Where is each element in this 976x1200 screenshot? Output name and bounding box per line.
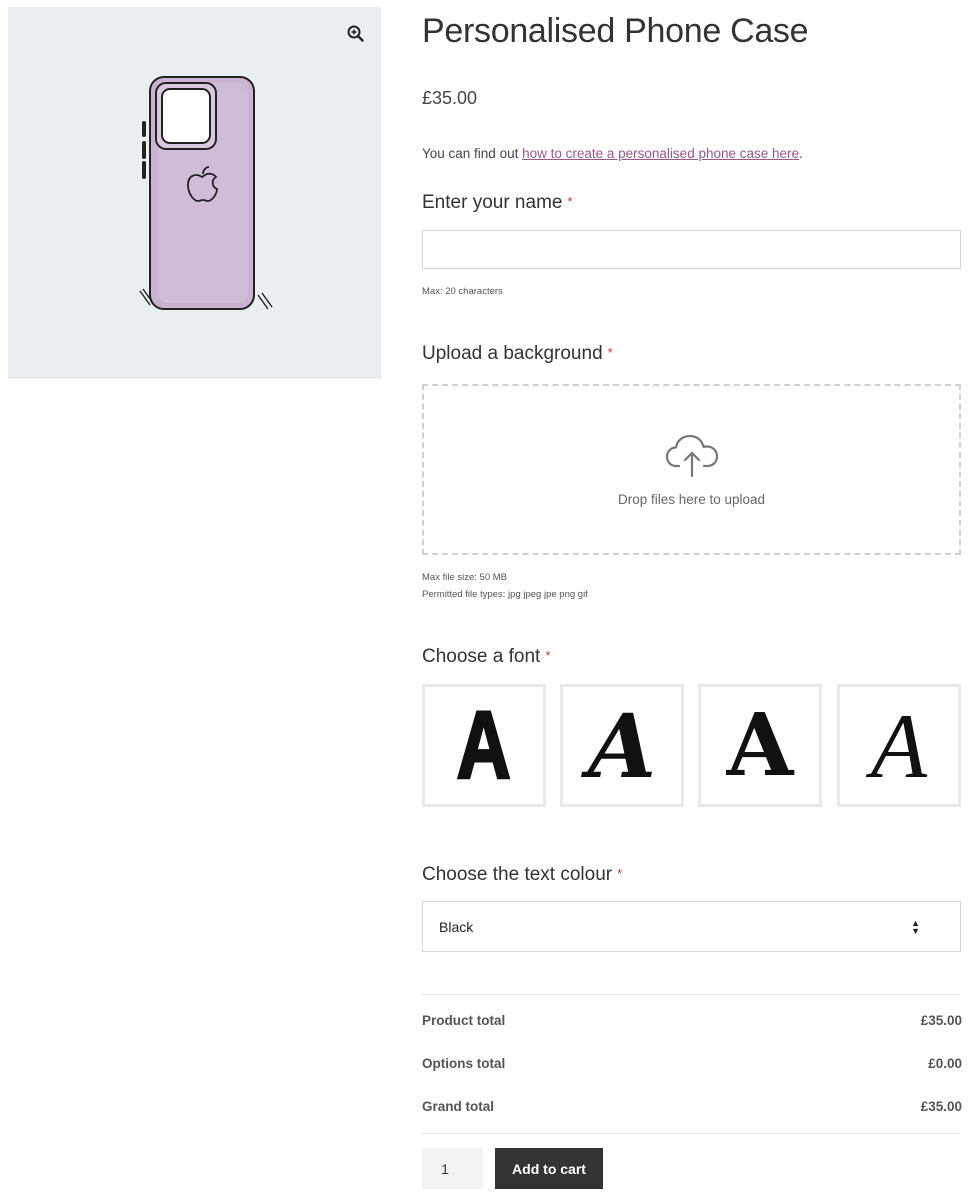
required-mark: * [617,866,623,881]
product-description: You can find out how to create a persona… [422,146,803,161]
product-total-value: £35.00 [920,1013,962,1028]
font-option-retro-script[interactable]: A [560,684,684,807]
font-option-condensed[interactable]: A [422,684,546,807]
description-suffix: . [799,146,803,161]
upload-label-text: Upload a background [422,343,603,364]
product-title: Personalised Phone Case [422,12,809,50]
options-total-label: Options total [422,1056,506,1071]
font-sample: A [587,693,657,798]
selected-colour: Black [439,919,474,935]
colour-label-text: Choose the text colour [422,864,613,885]
description-prefix: You can find out [422,146,523,161]
text-colour-select[interactable]: Black ▲ ▼ [422,901,961,952]
zoom-in-icon[interactable] [345,23,367,45]
name-field-label: Enter your name * [422,192,573,214]
file-dropzone[interactable]: Drop files here to upload [422,384,961,555]
grand-total-value: £35.00 [920,1099,962,1114]
required-mark: * [567,194,573,209]
font-sample: A [456,690,512,800]
phone-case-image[interactable] [128,69,278,334]
select-arrows-icon: ▲ ▼ [911,918,920,936]
name-hint: Max: 20 characters [422,286,503,297]
name-input[interactable] [422,230,961,269]
options-total-value: £0.00 [928,1056,962,1071]
required-mark: * [545,648,551,663]
max-file-size-note: Max file size: 50 MB [422,572,507,583]
product-price: £35.00 [422,88,478,108]
dropzone-text: Drop files here to upload [617,492,766,507]
upload-field-label: Upload a background * [422,343,613,365]
required-mark: * [607,345,613,360]
font-field-label: Choose a font * [422,646,550,668]
totals-divider-bottom [422,1133,961,1134]
file-types-note: Permitted file types: jpg jpeg jpe png g… [422,589,588,600]
font-option-calligraphy[interactable]: A [837,684,961,807]
name-label-text: Enter your name [422,192,563,213]
font-option-slab-serif[interactable]: A [698,684,822,807]
guide-link[interactable]: how to create a personalised phone case … [522,146,799,161]
grand-total-label: Grand total [422,1099,495,1114]
cloud-upload-icon [665,434,719,483]
product-gallery [8,7,381,379]
font-sample: A [870,694,928,797]
totals-divider-top [422,994,961,995]
colour-field-label: Choose the text colour * [422,864,622,886]
product-total-label: Product total [422,1013,506,1028]
font-label-text: Choose a font [422,646,541,667]
add-to-cart-button[interactable]: Add to cart [495,1148,603,1189]
font-sample: A [726,695,794,796]
quantity-input[interactable] [422,1148,483,1189]
